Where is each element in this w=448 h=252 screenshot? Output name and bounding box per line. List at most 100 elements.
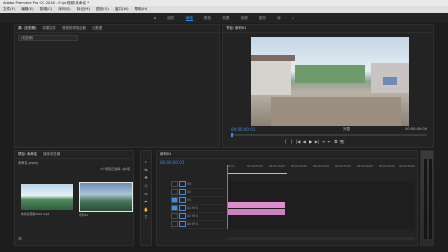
program-playhead[interactable] [231, 133, 233, 137]
tab-project[interactable]: 项目: 未命名 [18, 152, 37, 156]
go-to-in-button[interactable]: |◀ [296, 138, 301, 145]
ruler-tick-1: 00:00:05:00 [247, 165, 263, 168]
source-panel: 源: (无剪辑) 效果控件 音频剪辑混合器 元数据 (无剪辑) [14, 24, 220, 148]
type-tool-icon[interactable]: T [143, 215, 149, 221]
compare-button[interactable]: ⧉ [333, 138, 338, 145]
ruler-tick-0: 00:00 [227, 165, 235, 168]
source-clip-field[interactable]: (无剪辑) [18, 35, 78, 41]
tab-sequence[interactable]: 序列01 [160, 152, 171, 156]
track-headers: V3 V2 V1 A1 M S A2 M S A3 M S [171, 181, 225, 229]
workspace-more-icon[interactable]: » [292, 16, 294, 20]
workspace-bar: ⌂ 组件 编辑 颜色 效果 音频 图形 库 » [0, 13, 448, 23]
track-label-a3: A3 [187, 222, 192, 226]
fit-dropdown[interactable]: 完整 [343, 126, 350, 133]
slip-tool-icon[interactable]: ⇔ [143, 191, 149, 197]
list-view-icon[interactable]: ☰ [18, 236, 22, 241]
pen-tool-icon[interactable]: ✒ [143, 199, 149, 205]
mark-out-button[interactable]: } [289, 138, 294, 145]
ruler-tick-3: 00:00:15:00 [291, 165, 307, 168]
transport-controls: { } |◀ ◀ ▶ ▶| ⇥ ⇤ ⧉ 📷 [283, 138, 403, 145]
play-button[interactable]: ▶ [308, 138, 313, 145]
workspace-effects[interactable]: 效果 [222, 16, 229, 20]
program-timecode[interactable]: 00:00:00:01 [231, 127, 255, 132]
track-label-v2: V2 [187, 190, 192, 194]
menu-graphics[interactable]: 图形(G) [96, 7, 109, 11]
project-path: 未命名.prproj [18, 161, 39, 165]
work-area-bar[interactable] [227, 173, 287, 174]
track-select-tool-icon[interactable]: ⇆ [143, 167, 149, 173]
tab-audio-mixer[interactable]: 音频剪辑混合器 [62, 26, 86, 30]
project-tabs: 项目: 未命名 媒体浏览器 [15, 151, 133, 159]
track-label-v3: V3 [187, 182, 192, 186]
meter-left [424, 159, 427, 239]
track-header-v3: V3 [171, 181, 225, 189]
track-header-a2: A2 M S [171, 213, 225, 221]
menu-help[interactable]: 帮助(H) [135, 7, 148, 11]
project-panel: 项目: 未命名 媒体浏览器 未命名.prproj 1个项目已选择, 共2项 未命… [14, 150, 134, 246]
export-frame-button[interactable]: 📷 [340, 138, 345, 145]
workspace-libraries[interactable]: 库 [277, 16, 281, 20]
workspace-editing[interactable]: 编辑 [185, 16, 193, 21]
selection-tool-icon[interactable]: ▸ [143, 159, 149, 165]
tools-panel: ▸ ⇆ ✥ ◇ ⇔ ✒ ✋ T [140, 150, 152, 246]
workspace-audio[interactable]: 音频 [241, 16, 248, 20]
video-clip-v1[interactable] [227, 202, 285, 208]
workspace-graphics[interactable]: 图形 [259, 16, 266, 20]
home-icon[interactable]: ⌂ [154, 16, 156, 20]
tab-media-browser[interactable]: 媒体浏览器 [43, 152, 60, 156]
timeline-playhead[interactable] [227, 165, 228, 229]
track-header-v1: V1 [171, 197, 225, 205]
ruler-tick-6: 00:00:30:00 [357, 165, 373, 168]
workspace-assembly[interactable]: 组件 [167, 16, 174, 20]
overwrite-button[interactable]: ⇤ [327, 138, 332, 145]
program-tabs: 节目: 序列01 [223, 25, 433, 33]
ruler-tick-7: 00:00:35:00 [379, 165, 395, 168]
step-back-button[interactable]: ◀ [302, 138, 307, 145]
workspace-color[interactable]: 颜色 [204, 16, 211, 20]
timeline-scrollbar[interactable] [227, 237, 415, 240]
menu-marker[interactable]: 标记(M) [77, 7, 90, 11]
project-item-count: 1个项目已选择, 共2项 [100, 167, 130, 171]
app-title: Adobe Premiere Pro CC 2018 - E:\pr视频\未命名… [3, 1, 89, 5]
track-area[interactable] [227, 181, 415, 229]
go-to-out-button[interactable]: ▶| [314, 138, 319, 145]
program-duration: 00:00:40:00 [405, 127, 427, 131]
trees [295, 65, 365, 83]
hand-tool-icon[interactable]: ✋ [143, 207, 149, 213]
menu-file[interactable]: 文件(F) [3, 7, 15, 11]
razor-tool-icon[interactable]: ◇ [143, 183, 149, 189]
road [271, 97, 401, 126]
menu-sequence[interactable]: 序列(S) [58, 7, 70, 11]
ruler-tick-2: 00:00:10:00 [269, 165, 285, 168]
shed-right [383, 77, 397, 85]
project-thumb-2[interactable] [79, 182, 133, 212]
program-monitor: 节目: 序列01 00:00:00:01 完整 00:00:40:00 { } … [222, 24, 434, 148]
ripple-edit-tool-icon[interactable]: ✥ [143, 175, 149, 181]
source-tabs: 源: (无剪辑) 效果控件 音频剪辑混合器 元数据 [15, 25, 219, 33]
tab-program[interactable]: 节目: 序列01 [226, 26, 246, 30]
project-thumb-1[interactable] [21, 184, 73, 210]
tab-metadata[interactable]: 元数据 [92, 26, 102, 30]
tab-effect-controls[interactable]: 效果控件 [43, 26, 57, 30]
building-left [251, 59, 291, 95]
timeline-timecode[interactable]: 00:00:00:01 [160, 160, 184, 165]
timeline-ruler[interactable]: 00:00 00:00:05:00 00:00:10:00 00:00:15:0… [227, 165, 417, 173]
mark-in-button[interactable]: { [283, 138, 288, 145]
menu-clip[interactable]: 剪辑(C) [40, 7, 53, 11]
audio-clip-a1[interactable] [227, 209, 285, 215]
insert-button[interactable]: ⇥ [321, 138, 326, 145]
audio-meters [420, 150, 434, 246]
tab-source[interactable]: 源: (无剪辑) [18, 26, 36, 30]
track-label-v1: V1 [187, 198, 192, 202]
track-header-a1: A1 M S [171, 205, 225, 213]
program-scrubber[interactable] [231, 133, 427, 137]
meter-right [429, 159, 432, 239]
menu-window[interactable]: 窗口(W) [115, 7, 129, 11]
timeline-panel: 序列01 00:00:00:01 00:00 00:00:05:00 00:00… [156, 150, 418, 246]
program-info-row: 00:00:00:01 完整 00:00:40:00 [231, 126, 427, 133]
ruler-tick-5: 00:00:25:00 [335, 165, 351, 168]
menu-bar: 文件(F) 编辑(E) 剪辑(C) 序列(S) 标记(M) 图形(G) 窗口(W… [0, 6, 448, 13]
project-item-1-name: 未命名视频2016.mp4 [21, 212, 50, 216]
project-item-2-name: 序列01 [79, 213, 89, 217]
menu-edit[interactable]: 编辑(E) [21, 7, 33, 11]
